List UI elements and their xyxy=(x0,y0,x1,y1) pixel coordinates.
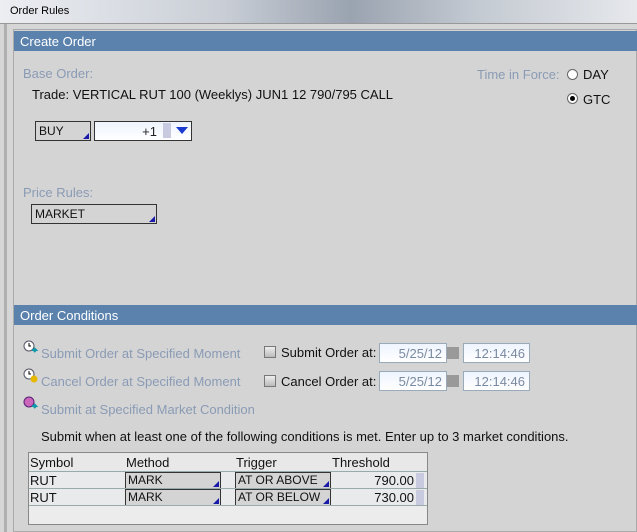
col-method: Method xyxy=(126,455,170,470)
symbol-cell: RUT xyxy=(30,473,57,488)
table-row[interactable]: RUT MARK AT OR BELOW 730.00 xyxy=(29,488,427,506)
submit-at-moment-link[interactable]: Submit Order at Specified Moment xyxy=(41,346,240,361)
market-condition-link[interactable]: Submit at Specified Market Condition xyxy=(41,402,255,417)
threshold-field[interactable]: 790.00 xyxy=(334,473,414,488)
col-trigger: Trigger xyxy=(236,455,277,470)
method-dropdown[interactable]: MARK xyxy=(125,489,221,506)
col-threshold: Threshold xyxy=(332,455,390,470)
submit-order-label: Submit Order at: xyxy=(281,345,377,360)
cancel-order-checkbox[interactable] xyxy=(264,375,276,387)
submit-time-field[interactable]: 12:14:46 xyxy=(463,343,530,363)
cancel-date-field[interactable]: 5/25/12 xyxy=(379,371,447,391)
conditions-instructions: Submit when at least one of the followin… xyxy=(41,429,569,444)
threshold-spinner[interactable] xyxy=(416,490,424,505)
calendar-icon[interactable] xyxy=(447,347,459,359)
col-symbol: Symbol xyxy=(30,455,74,470)
side-dropdown[interactable]: BUY xyxy=(35,121,91,141)
table-row[interactable]: RUT MARK AT OR ABOVE 790.00 xyxy=(29,471,427,489)
submit-date-field[interactable]: 5/25/12 xyxy=(379,343,447,363)
threshold-spinner[interactable] xyxy=(416,473,424,488)
quantity-spinner[interactable] xyxy=(163,123,171,138)
cancel-at-moment-link[interactable]: Cancel Order at Specified Moment xyxy=(41,374,240,389)
price-rules-label: Price Rules: xyxy=(23,185,94,200)
title-bar: Order Rules xyxy=(0,0,637,24)
symbol-cell: RUT xyxy=(30,490,57,505)
tif-gtc-radio[interactable] xyxy=(567,93,578,104)
cancel-time-field[interactable]: 12:14:46 xyxy=(463,371,530,391)
price-rule-dropdown[interactable]: MARKET xyxy=(31,204,157,224)
trigger-dropdown[interactable]: AT OR BELOW xyxy=(235,489,331,506)
window-title: Order Rules xyxy=(10,5,70,17)
calendar-icon[interactable] xyxy=(447,375,459,387)
trade-description: Trade: VERTICAL RUT 100 (Weeklys) JUN1 1… xyxy=(32,87,394,102)
base-order-label: Base Order: xyxy=(23,66,94,81)
chevron-down-icon[interactable] xyxy=(176,127,188,134)
submit-order-checkbox[interactable] xyxy=(264,346,276,358)
tif-gtc-label: GTC xyxy=(583,92,611,107)
cancel-order-label: Cancel Order at: xyxy=(281,374,377,389)
method-dropdown[interactable]: MARK xyxy=(125,472,221,489)
market-condition-icon xyxy=(23,396,39,409)
clock-cancel-icon xyxy=(23,368,38,383)
tif-day-label: DAY xyxy=(583,67,609,82)
create-order-header: Create Order xyxy=(14,31,637,51)
conditions-table: Symbol Method Trigger Threshold RUT MARK… xyxy=(28,452,428,525)
empty-row[interactable] xyxy=(29,505,427,524)
order-conditions-header: Order Conditions xyxy=(14,305,637,325)
clock-submit-icon xyxy=(23,340,39,353)
trigger-dropdown[interactable]: AT OR ABOVE xyxy=(235,472,331,489)
threshold-field[interactable]: 730.00 xyxy=(334,490,414,505)
tif-day-radio[interactable] xyxy=(567,69,578,80)
time-in-force-label: Time in Force: xyxy=(477,67,560,82)
